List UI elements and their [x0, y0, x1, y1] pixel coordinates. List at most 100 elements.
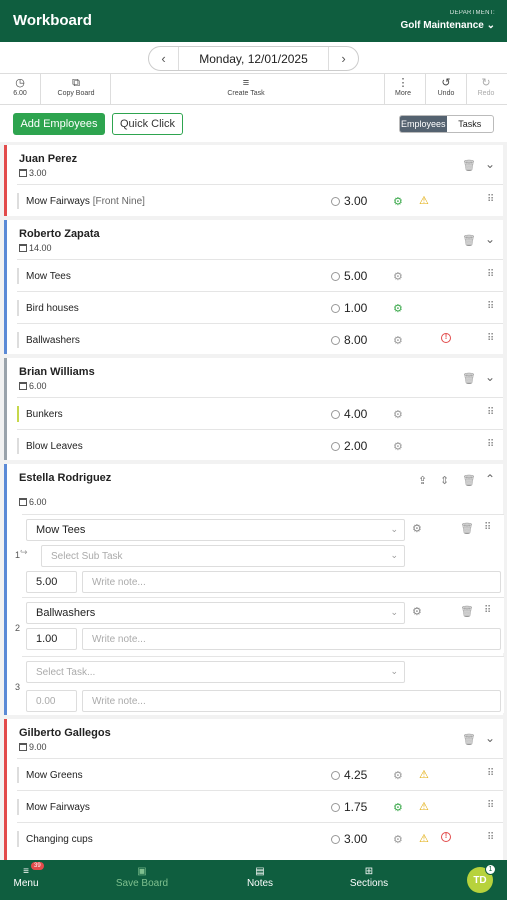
chevron-up-icon[interactable]: ⌃ [485, 472, 495, 486]
employee-name[interactable]: Juan Perez [19, 153, 77, 165]
trash-icon[interactable]: 🗑 [460, 605, 474, 618]
tab-employees[interactable]: Employees [400, 116, 447, 132]
task-row[interactable]: Mow Greens 4.25 ⚙ ⚠ ⠿ [17, 758, 503, 790]
note-input[interactable]: Write note... [82, 628, 501, 650]
task-row[interactable]: Mow Fairways 1.75 ⚙ ⚠ ⠿ [17, 790, 503, 822]
alert-circle-icon[interactable]: ! [441, 333, 451, 343]
employee-name[interactable]: Gilberto Gallegos [19, 727, 111, 739]
undo-button[interactable]: ↺ Undo [431, 76, 461, 97]
drag-handle-icon[interactable]: ⠿ [484, 522, 491, 533]
trash-icon[interactable]: 🗑 [462, 733, 476, 746]
hours-input[interactable]: 0.00 [26, 690, 77, 712]
warning-icon[interactable]: ⚠ [419, 800, 429, 813]
drag-handle-icon[interactable]: ⠿ [487, 768, 494, 779]
copy-board-label: Copy Board [57, 90, 95, 97]
task-time[interactable]: 4.00 [331, 407, 367, 421]
task-row[interactable]: Bunkers 4.00 ⚙ ⠿ [17, 397, 503, 429]
task-time[interactable]: 1.00 [331, 301, 367, 315]
task-time-value: 2.00 [344, 439, 368, 453]
trash-icon[interactable]: 🗑 [460, 522, 474, 535]
warning-icon[interactable]: ⚠ [419, 832, 429, 845]
gears-icon[interactable]: ⚙ [393, 833, 403, 846]
copy-board-button[interactable]: ⧉ Copy Board [48, 76, 104, 97]
task-time[interactable]: 1.75 [331, 800, 367, 814]
chevron-down-icon[interactable]: ⌄ [485, 157, 495, 171]
gears-icon[interactable]: ⚙ [393, 408, 403, 421]
task-time[interactable]: 3.00 [331, 194, 367, 208]
note-input[interactable]: Write note... [82, 690, 501, 712]
chevron-right-icon[interactable]: › [328, 47, 358, 70]
task-time[interactable]: 4.25 [331, 768, 367, 782]
chevron-down-icon[interactable]: ⌄ [485, 370, 495, 384]
trash-icon[interactable]: 🗑 [462, 234, 476, 247]
drag-handle-icon[interactable]: ⠿ [487, 301, 494, 312]
save-board-button[interactable]: ▣ Save Board [113, 866, 171, 889]
drag-handle-icon[interactable]: ⠿ [487, 439, 494, 450]
employee-name[interactable]: Brian Williams [19, 366, 95, 378]
task-time[interactable]: 5.00 [331, 269, 367, 283]
subtask-arrow-icon: ↪ [20, 547, 28, 557]
gears-icon[interactable]: ⚙ [393, 195, 403, 208]
clock-icon [331, 336, 340, 345]
redo-button[interactable]: ↻ Redo [472, 76, 500, 97]
warning-icon[interactable]: ⚠ [419, 194, 429, 207]
task-row[interactable]: Blow Leaves 2.00 ⚙ ⠿ [17, 429, 503, 461]
gears-icon[interactable]: ⚙ [412, 605, 422, 618]
task-row[interactable]: Changing cups 3.00 ⚙ ⚠ ! ⠿ [17, 822, 503, 854]
employee-name[interactable]: Roberto Zapata [19, 228, 100, 240]
drag-handle-icon[interactable]: ⠿ [487, 269, 494, 280]
chevron-left-icon[interactable]: ‹ [149, 47, 179, 70]
more-button[interactable]: ⋮ More [388, 76, 418, 97]
department-selector[interactable]: Golf Maintenance ⌄ [400, 20, 495, 31]
task-select[interactable]: Select Task... ⌄ [26, 661, 405, 683]
task-select[interactable]: Ballwashers ⌄ [26, 602, 405, 624]
task-select[interactable]: Mow Tees ⌄ [26, 519, 405, 541]
create-task-label: Create Task [227, 90, 265, 97]
subtask-select[interactable]: Select Sub Task ⌄ [41, 545, 405, 567]
hours-input[interactable]: 5.00 [26, 571, 77, 593]
warning-icon[interactable]: ⚠ [419, 768, 429, 781]
hours-input[interactable]: 1.00 [26, 628, 77, 650]
alert-circle-icon[interactable]: ! [441, 832, 451, 842]
employee-name[interactable]: Estella Rodriguez [19, 472, 111, 484]
drag-handle-icon[interactable]: ⠿ [487, 832, 494, 843]
quick-click-button[interactable]: Quick Click [112, 113, 183, 135]
gears-icon[interactable]: ⚙ [393, 440, 403, 453]
trash-icon[interactable]: 🗑 [462, 159, 476, 172]
tab-tasks[interactable]: Tasks [447, 116, 494, 132]
create-task-button[interactable]: ≡ Create Task [215, 76, 277, 97]
drag-handle-icon[interactable]: ⠿ [484, 605, 491, 616]
task-time[interactable]: 3.00 [331, 832, 367, 846]
gears-icon[interactable]: ⚙ [393, 302, 403, 315]
task-row[interactable]: Mow Fairways [Front Nine] 3.00 ⚙ ⚠ ⠿ [17, 184, 503, 216]
add-employees-button[interactable]: Add Employees [13, 113, 105, 135]
drag-handle-icon[interactable]: ⠿ [487, 333, 494, 344]
sections-button[interactable]: ⊞ Sections [346, 866, 392, 889]
notes-button[interactable]: ▤ Notes [242, 866, 278, 889]
share-icon[interactable]: ⇪ [418, 474, 427, 487]
gears-icon[interactable]: ⚙ [393, 769, 403, 782]
chevron-down-icon[interactable]: ⌄ [485, 731, 495, 745]
sort-icon[interactable]: ⇕ [440, 474, 449, 487]
drag-handle-icon[interactable]: ⠿ [487, 800, 494, 811]
note-input[interactable]: Write note... [82, 571, 501, 593]
drag-handle-icon[interactable]: ⠿ [487, 407, 494, 418]
trash-icon[interactable]: 🗑 [462, 372, 476, 385]
gears-icon[interactable]: ⚙ [412, 522, 422, 535]
gears-icon[interactable]: ⚙ [393, 270, 403, 283]
chevron-down-icon[interactable]: ⌄ [485, 232, 495, 246]
drag-handle-icon[interactable]: ⠿ [487, 194, 494, 205]
task-name: Bird houses [26, 303, 79, 314]
task-row[interactable]: Bird houses 1.00 ⚙ ⠿ [17, 291, 503, 323]
task-time[interactable]: 2.00 [331, 439, 367, 453]
task-time[interactable]: 8.00 [331, 333, 367, 347]
calendar-icon [19, 244, 27, 252]
task-row[interactable]: Mow Tees 5.00 ⚙ ⠿ [17, 259, 503, 291]
hours-button[interactable]: ◷ 6.00 [8, 76, 32, 97]
gears-icon[interactable]: ⚙ [393, 801, 403, 814]
gears-icon[interactable]: ⚙ [393, 334, 403, 347]
trash-icon[interactable]: 🗑 [462, 474, 476, 487]
current-date[interactable]: Monday, 12/01/2025 [179, 52, 328, 66]
task-row[interactable]: Ballwashers 8.00 ⚙ ! ⠿ [17, 323, 503, 355]
subtask-placeholder: Select Sub Task [51, 550, 123, 562]
